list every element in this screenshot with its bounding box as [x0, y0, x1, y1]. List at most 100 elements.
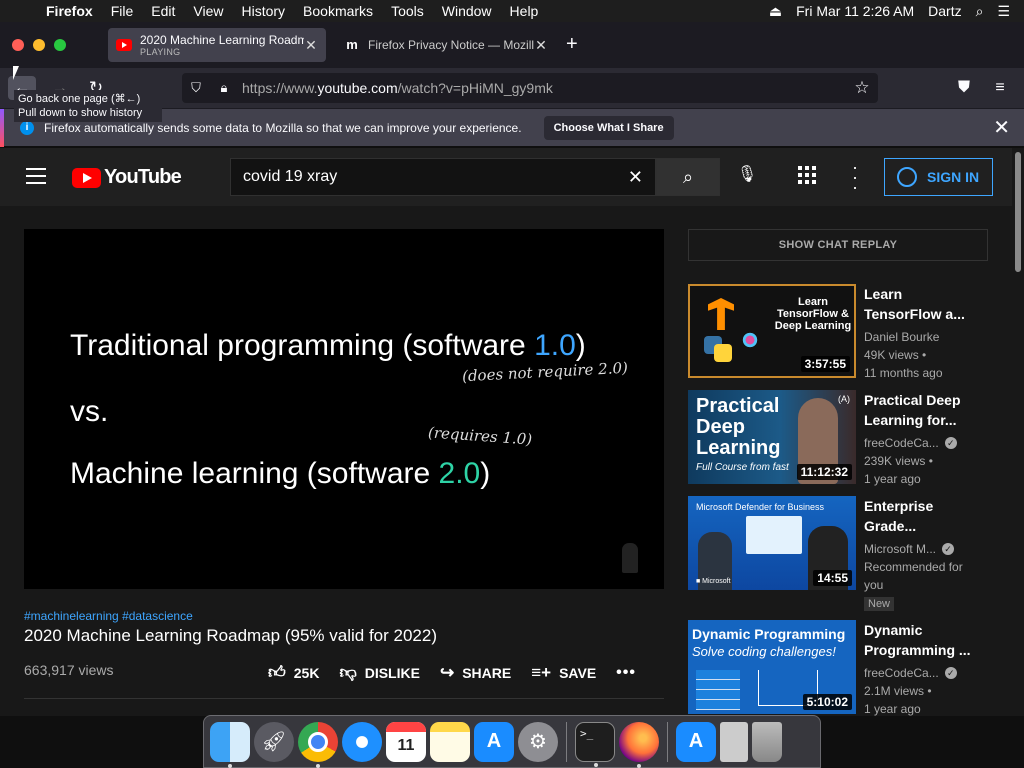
choose-what-i-share-button[interactable]: Choose What I Share	[543, 115, 674, 140]
url-bar[interactable]: ⛉ 🔒︎ https://www.youtube.com/watch?v=pHi…	[182, 73, 878, 103]
recommendation-item[interactable]: Microsoft Defender for Business ■ Micros…	[688, 496, 988, 611]
recommendation-item[interactable]: Learn TensorFlow & Deep Learning 3:57:55…	[688, 284, 988, 380]
tab-youtube[interactable]: 2020 Machine Learning Roadmap PLAYING ✕	[108, 28, 326, 62]
video-thumbnail[interactable]: Practical Deep Learning Full Course from…	[688, 390, 856, 484]
safari-icon[interactable]	[342, 721, 382, 762]
system-preferences-icon[interactable]: ⚙	[518, 721, 558, 762]
recommendation-title[interactable]: Learn TensorFlow a...	[864, 284, 988, 324]
recommendation-item[interactable]: Dynamic Programming Solve coding challen…	[688, 620, 988, 716]
calendar-icon[interactable]: 11	[386, 721, 426, 762]
menu-history[interactable]: History	[233, 3, 295, 19]
verified-check-icon: ✓	[942, 543, 955, 555]
menubar-datetime[interactable]: Fri Mar 11 2:26 AM	[796, 3, 914, 19]
menu-view[interactable]: View	[185, 3, 233, 19]
app-store-icon[interactable]: A	[676, 721, 716, 762]
show-chat-replay-button[interactable]: SHOW CHAT REPLAY	[688, 229, 988, 261]
menu-app-name[interactable]: Firefox	[36, 3, 103, 19]
launchpad-icon[interactable]: 🚀︎	[254, 721, 294, 762]
window-zoom-button[interactable]	[54, 39, 66, 51]
app-store-icon[interactable]: A	[474, 721, 514, 762]
guide-menu-icon[interactable]	[26, 168, 46, 184]
menu-bookmarks[interactable]: Bookmarks	[295, 3, 383, 19]
channel-name[interactable]: freeCodeCa... ✓	[864, 434, 988, 452]
lock-icon[interactable]: 🔒︎	[210, 80, 238, 96]
account-icon	[897, 167, 917, 187]
chrome-icon[interactable]	[298, 721, 338, 768]
menu-edit[interactable]: Edit	[143, 3, 185, 19]
recommendation-item[interactable]: Practical Deep Learning Full Course from…	[688, 390, 988, 486]
screen-image	[746, 516, 802, 554]
save-button[interactable]: ≡+ SAVE	[531, 663, 596, 683]
bookmark-star-icon[interactable]: ☆	[846, 78, 878, 98]
apps-grid-icon[interactable]	[798, 164, 818, 184]
video-hashtags[interactable]: #machinelearning #datascience	[24, 609, 193, 623]
video-duration: 14:55	[813, 570, 852, 586]
tracking-shield-icon[interactable]: ⛉	[182, 80, 210, 96]
recommendation-title[interactable]: Enterprise Grade...	[864, 496, 988, 536]
video-thumbnail[interactable]: Microsoft Defender for Business ■ Micros…	[688, 496, 856, 590]
notice-message: Firefox automatically sends some data to…	[44, 120, 522, 135]
tab-mozilla-privacy[interactable]: m Firefox Privacy Notice — Mozilla ✕	[336, 28, 556, 62]
finder-icon[interactable]	[210, 721, 250, 768]
recommendation-age: 11 months ago	[864, 366, 943, 380]
verified-check-icon: ✓	[944, 667, 957, 679]
clear-search-icon[interactable]: ✕	[628, 167, 643, 188]
tensorflow-logo-icon	[708, 298, 734, 330]
notice-close-icon[interactable]: ✕	[993, 115, 1010, 140]
scrollbar-thumb[interactable]	[1015, 152, 1021, 272]
menu-tools[interactable]: Tools	[383, 3, 434, 19]
channel-name[interactable]: Microsoft M... ✓	[864, 540, 988, 558]
search-value[interactable]: covid 19 xray	[243, 168, 628, 186]
recommendation-reason: Recommended for	[864, 560, 963, 574]
eject-icon[interactable]: ⏏	[769, 3, 782, 20]
trash-icon[interactable]	[752, 721, 782, 762]
info-icon: i	[20, 120, 34, 135]
video-player[interactable]: Traditional programming (software 1.0) (…	[24, 229, 664, 589]
menubar-user[interactable]: Dartz	[928, 3, 961, 19]
macos-menu-bar: Firefox File Edit View History Bookmarks…	[0, 0, 1024, 22]
window-minimize-button[interactable]	[33, 39, 45, 51]
search-button[interactable]: ⌕	[656, 158, 720, 196]
page-scrollbar[interactable]	[1012, 148, 1024, 716]
terminal-icon[interactable]: >_	[575, 721, 615, 767]
menu-file[interactable]: File	[103, 3, 144, 19]
youtube-logo[interactable]: YouTube	[72, 166, 182, 189]
share-button[interactable]: ↪ SHARE	[440, 663, 511, 683]
mozilla-icon: m	[346, 37, 358, 52]
url-text[interactable]: https://www.youtube.com/watch?v=pHiMN_gy…	[238, 80, 553, 96]
firefox-icon[interactable]	[619, 721, 659, 768]
tab-close-icon[interactable]: ✕	[534, 37, 548, 54]
slide-line-traditional: Traditional programming (software 1.0)	[70, 329, 586, 362]
recommendation-title[interactable]: Practical Deep Learning for...	[864, 390, 988, 430]
control-center-icon[interactable]: ☰	[997, 3, 1010, 20]
recommendation-views: 2.1M views •	[864, 684, 932, 698]
menu-help[interactable]: Help	[502, 3, 549, 19]
app-menu-icon[interactable]: ≡	[986, 76, 1014, 100]
settings-more-icon[interactable]: · · ·	[846, 158, 864, 196]
dislike-button[interactable]: 👎︎ DISLIKE	[339, 662, 420, 683]
recommendation-title[interactable]: Dynamic Programming ...	[864, 620, 988, 660]
video-thumbnail[interactable]: Learn TensorFlow & Deep Learning 3:57:55	[688, 284, 856, 378]
video-duration: 3:57:55	[800, 356, 850, 372]
pocket-icon[interactable]: ⛊	[950, 76, 978, 100]
notes-icon[interactable]	[430, 721, 470, 762]
window-close-button[interactable]	[12, 39, 24, 51]
like-button[interactable]: 👍︎ 25K	[268, 662, 319, 683]
menu-window[interactable]: Window	[434, 3, 502, 19]
document-icon[interactable]	[720, 721, 748, 762]
channel-name[interactable]: Daniel Bourke	[864, 328, 988, 346]
more-actions-icon[interactable]: •••	[616, 664, 636, 682]
spotlight-search-icon[interactable]: ⌕	[976, 3, 984, 20]
thumbs-up-icon: 👍︎	[268, 663, 286, 682]
new-badge: New	[864, 597, 895, 611]
video-view-count: 663,917 views	[24, 662, 114, 678]
voice-search-icon[interactable]: 🎙︎	[734, 164, 760, 190]
tab-close-icon[interactable]: ✕	[304, 37, 318, 54]
sign-in-button[interactable]: SIGN IN	[884, 158, 993, 196]
presenter-thumbnail	[622, 543, 638, 573]
tab-playing-label: PLAYING	[140, 47, 181, 57]
new-tab-button[interactable]: +	[566, 34, 578, 54]
search-input[interactable]: covid 19 xray ✕	[230, 158, 656, 196]
channel-name[interactable]: freeCodeCa... ✓	[864, 664, 988, 682]
video-thumbnail[interactable]: Dynamic Programming Solve coding challen…	[688, 620, 856, 714]
